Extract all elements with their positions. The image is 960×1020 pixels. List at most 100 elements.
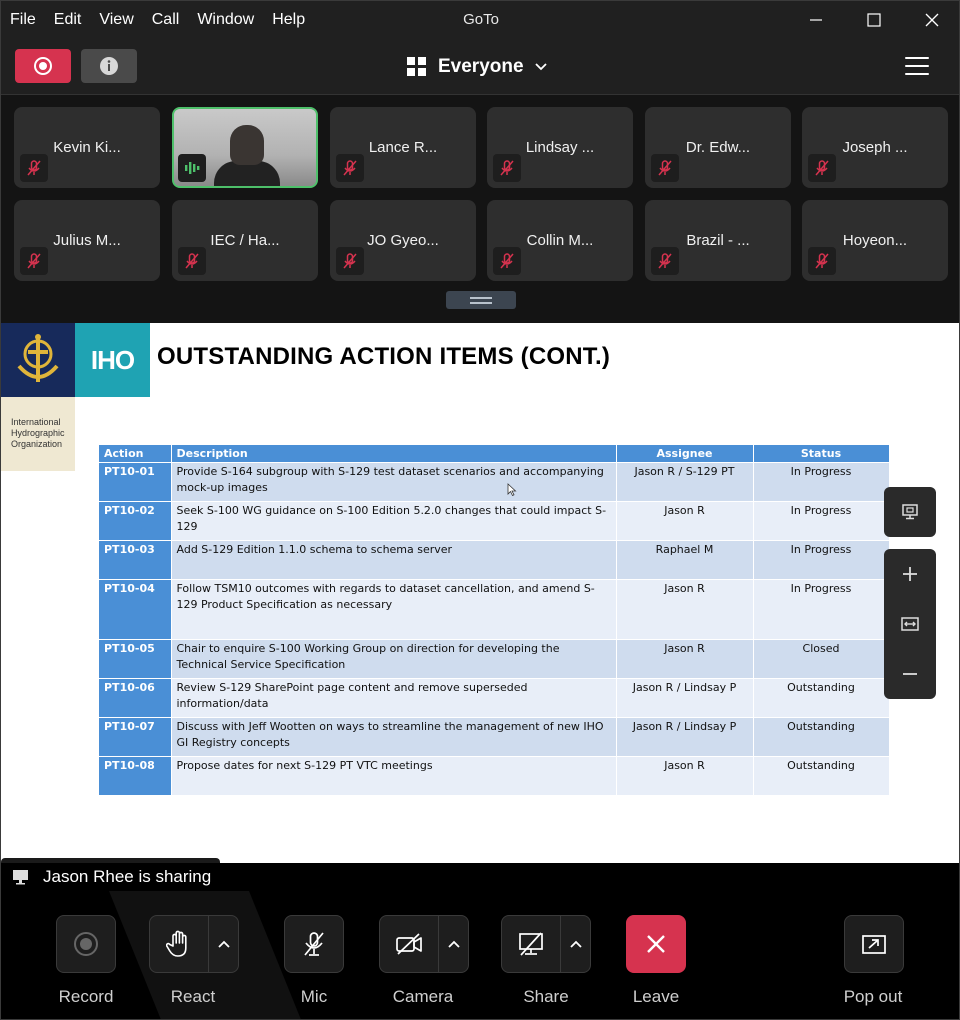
mic-muted-icon [20, 154, 48, 182]
recording-button[interactable] [15, 49, 71, 83]
action-assignee: Jason R [616, 500, 754, 540]
action-id: PT10-05 [99, 638, 172, 678]
menu-edit[interactable]: Edit [45, 1, 91, 39]
goto-window: File Edit View Call Window Help GoTo Eve… [0, 0, 960, 1020]
close-icon [925, 13, 939, 27]
hamburger-icon [905, 57, 929, 59]
participant-tile-video[interactable] [172, 107, 318, 188]
action-description: Propose dates for next S-129 PT VTC meet… [171, 755, 617, 795]
main-menu-button[interactable] [905, 57, 929, 77]
record-button[interactable] [56, 915, 116, 973]
action-status: Closed [753, 638, 890, 678]
fit-to-width-button[interactable] [884, 599, 936, 649]
zoom-out-button[interactable] [884, 649, 936, 699]
participant-tile[interactable]: Dr. Edw... [645, 107, 791, 188]
participant-tile[interactable]: JO Gyeo... [330, 200, 476, 281]
share-options-button[interactable] [560, 916, 590, 972]
action-assignee: Jason R / S-129 PT [616, 461, 754, 501]
camera-button[interactable] [379, 915, 469, 973]
action-status: Outstanding [753, 716, 890, 756]
minimize-icon [810, 19, 822, 21]
mic-muted-icon [651, 247, 679, 275]
action-items-table: Action Description Assignee Status PT10-… [99, 445, 890, 795]
action-assignee: Jason R / Lindsay P [616, 716, 754, 756]
react-options-button[interactable] [208, 916, 238, 972]
camera-off-icon [396, 933, 422, 955]
meeting-info-button[interactable] [81, 49, 137, 83]
action-id: PT10-08 [99, 755, 172, 795]
maximize-icon [867, 13, 881, 27]
action-id: PT10-07 [99, 716, 172, 756]
menu-help[interactable]: Help [263, 1, 314, 39]
action-id: PT10-03 [99, 539, 172, 579]
mic-label: Mic [300, 987, 328, 1006]
column-header-assignee: Assignee [616, 445, 754, 462]
record-icon [34, 57, 52, 75]
menu-call[interactable]: Call [143, 1, 189, 39]
chevron-down-icon [534, 63, 547, 71]
chevron-up-icon [217, 940, 230, 948]
camera-options-button[interactable] [438, 916, 468, 972]
menu-file[interactable]: File [1, 1, 45, 39]
leave-button[interactable] [626, 915, 686, 973]
participant-gallery: Kevin Ki... Lance R... Lindsay ... Dr. E… [1, 95, 959, 323]
pop-out-button[interactable] [844, 915, 904, 973]
table-row: PT10-04 Follow TSM10 outcomes with regar… [99, 578, 890, 639]
action-description: Follow TSM10 outcomes with regards to da… [171, 578, 617, 639]
share-label: Share [523, 987, 569, 1006]
zoom-in-button[interactable] [884, 549, 936, 599]
view-selector[interactable]: Everyone [406, 53, 548, 81]
participant-tile[interactable]: Joseph ... [802, 107, 948, 188]
close-button[interactable] [903, 1, 959, 39]
mic-muted-icon [336, 154, 364, 182]
action-status: In Progress [753, 539, 890, 579]
monitor-icon [13, 870, 28, 885]
leave-label: Leave [632, 987, 680, 1006]
column-header-action: Action [99, 445, 172, 462]
participant-tile[interactable]: Lindsay ... [487, 107, 633, 188]
minimize-button[interactable] [787, 1, 845, 39]
action-status: In Progress [753, 578, 890, 639]
action-assignee: Jason R [616, 755, 754, 795]
menu-window[interactable]: Window [188, 1, 263, 39]
column-header-description: Description [171, 445, 617, 462]
menu-view[interactable]: View [90, 1, 142, 39]
meeting-top-bar: Everyone [1, 39, 959, 95]
info-icon [100, 57, 118, 75]
column-header-status: Status [753, 445, 890, 462]
participant-tile[interactable]: Brazil - ... [645, 200, 791, 281]
participant-tile[interactable]: Julius M... [14, 200, 160, 281]
screen-share-icon [902, 504, 918, 520]
maximize-button[interactable] [845, 1, 903, 39]
mouse-cursor-icon [507, 483, 517, 497]
title-bar: File Edit View Call Window Help GoTo [1, 1, 959, 39]
pop-out-icon [862, 935, 886, 954]
mic-button[interactable] [284, 915, 344, 973]
sharing-status-text: Jason Rhee is sharing [43, 867, 212, 886]
share-button[interactable] [501, 915, 591, 973]
mic-muted-icon [336, 247, 364, 275]
action-description: Chair to enquire S-100 Working Group on … [171, 638, 617, 678]
screen-view-control [884, 487, 936, 537]
gallery-resize-handle[interactable] [446, 291, 516, 309]
participant-tile[interactable]: IEC / Ha... [172, 200, 318, 281]
speaking-indicator-icon [178, 154, 206, 182]
camera-label: Camera [392, 987, 454, 1006]
screen-options-button[interactable] [884, 487, 936, 537]
action-assignee: Jason R [616, 578, 754, 639]
action-assignee: Jason R / Lindsay P [616, 677, 754, 717]
plus-icon [903, 567, 917, 581]
chevron-up-icon [447, 940, 460, 948]
window-controls [787, 1, 959, 39]
table-row: PT10-01 Provide S-164 subgroup with S-12… [99, 461, 890, 501]
participant-tile[interactable]: Kevin Ki... [14, 107, 160, 188]
participant-tile[interactable]: Lance R... [330, 107, 476, 188]
participant-tile[interactable]: Hoyeon... [802, 200, 948, 281]
react-button[interactable] [149, 915, 239, 973]
action-description: Discuss with Jeff Wootten on ways to str… [171, 716, 617, 756]
participant-tile[interactable]: Collin M... [487, 200, 633, 281]
action-assignee: Raphael M [616, 539, 754, 579]
mic-muted-icon [493, 154, 521, 182]
action-description: Add S-129 Edition 1.1.0 schema to schema… [171, 539, 617, 579]
fit-width-icon [901, 617, 919, 631]
